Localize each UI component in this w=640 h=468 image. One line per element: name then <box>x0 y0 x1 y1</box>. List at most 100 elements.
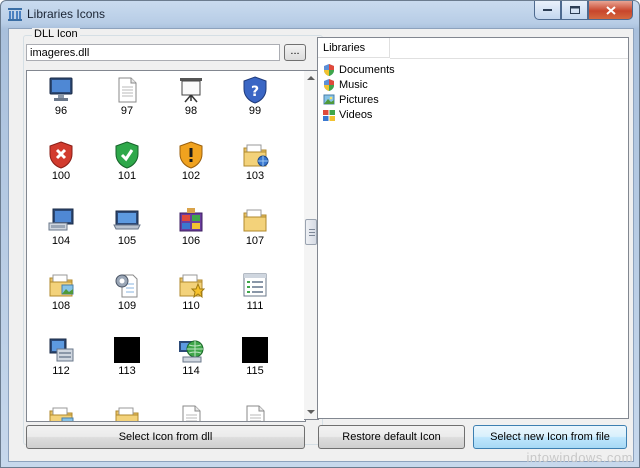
icon-grid-item[interactable]: 98 <box>165 75 217 117</box>
icon-grid-item[interactable]: 97 <box>101 75 153 117</box>
icon-index-label: 110 <box>182 300 200 312</box>
icon-grid-item[interactable]: 105 <box>101 205 153 247</box>
library-item-music[interactable]: Music <box>322 77 368 92</box>
watermark: intowindows.com <box>526 450 633 465</box>
icon-grid-item[interactable] <box>165 403 217 421</box>
projector-screen-icon <box>177 75 205 105</box>
select-icon-from-dll-button[interactable]: Select Icon from dll <box>26 425 305 449</box>
close-button[interactable] <box>588 1 633 20</box>
icon-grid-item[interactable]: 114 <box>165 335 217 377</box>
dll-group-label: DLL Icon <box>32 28 80 40</box>
library-item-label: Videos <box>339 108 373 121</box>
folder-documents-icon <box>241 205 269 235</box>
icon-grid-item[interactable]: 113 <box>101 335 153 377</box>
shield-question-icon: ? <box>241 75 269 105</box>
icon-index-label: 113 <box>118 365 136 377</box>
icon-grid-item[interactable]: 104 <box>35 205 87 247</box>
icon-index-label: 114 <box>182 365 200 377</box>
laptop-icon <box>113 205 141 235</box>
videos-library-icon <box>323 109 335 121</box>
icon-index-label: 96 <box>54 105 68 117</box>
icon-grid-item[interactable]: 96 <box>35 75 87 117</box>
network-server-icon <box>47 335 75 365</box>
folder-star-icon <box>177 270 206 300</box>
settings-document-icon <box>113 270 141 300</box>
programs-icon <box>177 205 205 235</box>
icon-grid-item[interactable] <box>229 403 281 421</box>
documents-library-icon <box>324 63 334 76</box>
document-icon <box>113 75 141 105</box>
icon-index-label: 111 <box>246 300 264 312</box>
shield-warning-icon <box>177 140 205 170</box>
minimize-icon <box>543 9 552 11</box>
restore-default-icon-button[interactable]: Restore default Icon <box>318 425 465 449</box>
monitor-icon <box>47 75 75 105</box>
icon-index-label: 105 <box>117 235 137 247</box>
list-window-icon <box>241 270 269 300</box>
library-item-label: Pictures <box>339 93 379 106</box>
pictures-library-icon <box>323 94 335 104</box>
folder-network-icon <box>241 140 269 170</box>
icon-index-label: 98 <box>184 105 198 117</box>
folder-pictures-icon <box>47 403 75 421</box>
icon-grid-item[interactable]: 101 <box>101 140 153 182</box>
icon-index-label: 106 <box>181 235 201 247</box>
network-globe-icon <box>177 335 205 365</box>
document-icon <box>241 403 269 421</box>
shield-check-icon <box>113 140 141 170</box>
icon-grid-item[interactable]: ? 99 <box>229 75 281 117</box>
icon-index-label: 99 <box>248 105 262 117</box>
icon-index-label: 107 <box>245 235 265 247</box>
icon-grid-item[interactable]: 112 <box>35 335 87 377</box>
maximize-button[interactable] <box>561 1 588 20</box>
icon-index-label: 102 <box>181 170 201 182</box>
icon-grid-item[interactable]: 103 <box>229 140 281 182</box>
library-item-label: Documents <box>339 63 395 76</box>
icon-index-label: 108 <box>51 300 71 312</box>
library-item-pictures[interactable]: Pictures <box>322 92 379 107</box>
library-item-documents[interactable]: Documents <box>322 62 395 77</box>
icon-index-label: 112 <box>52 365 70 377</box>
icon-index-label: 109 <box>117 300 137 312</box>
icon-grid-item[interactable]: 115 <box>229 335 281 377</box>
dll-icon-group: DLL Icon imageres.dll ... 96 97 98? 99 100 10… <box>23 28 323 445</box>
dll-file-field[interactable]: imageres.dll <box>26 44 280 61</box>
black-square-icon <box>241 335 269 365</box>
icon-grid-item[interactable]: 106 <box>165 205 217 247</box>
maximize-icon <box>569 6 580 14</box>
icon-index-label: 97 <box>120 105 134 117</box>
client-area: DLL Icon imageres.dll ... 96 97 98? 99 100 10… <box>8 28 634 462</box>
icon-index-label: 104 <box>51 235 71 247</box>
icon-grid-item[interactable] <box>101 403 153 421</box>
icon-index-label: 103 <box>245 170 265 182</box>
icon-grid-item[interactable]: 102 <box>165 140 217 182</box>
icon-grid-item[interactable]: 110 <box>165 270 217 312</box>
icon-index-label: 115 <box>246 365 264 377</box>
icon-grid-item[interactable]: 100 <box>35 140 87 182</box>
app-window: Libraries Icons DLL Icon imageres.dll ..… <box>0 0 640 468</box>
scroll-up-arrow-icon[interactable] <box>307 76 315 80</box>
title-bar[interactable]: Libraries Icons <box>1 1 639 27</box>
library-icon <box>8 8 22 21</box>
icon-grid-item[interactable] <box>35 403 87 421</box>
libraries-list[interactable]: Libraries Documents Music Pictures Video… <box>317 37 629 419</box>
icon-grid[interactable]: 96 97 98? 99 100 101 102 103 104 105 106 107 108 109 1… <box>26 70 306 422</box>
icon-grid-item[interactable]: 109 <box>101 270 153 312</box>
icon-grid-item[interactable]: 108 <box>35 270 87 312</box>
black-square-icon <box>113 335 141 365</box>
minimize-button[interactable] <box>534 1 561 20</box>
svg-text:?: ? <box>251 84 259 100</box>
icon-grid-item[interactable]: 111 <box>229 270 281 312</box>
scroll-thumb[interactable] <box>305 219 317 245</box>
libraries-column-header[interactable]: Libraries <box>318 38 390 58</box>
scroll-down-arrow-icon[interactable] <box>307 410 315 414</box>
document-icon <box>177 403 205 421</box>
icon-index-label: 100 <box>51 170 71 182</box>
library-item-videos[interactable]: Videos <box>322 107 372 122</box>
browse-button[interactable]: ... <box>284 44 306 61</box>
select-new-icon-from-file-button[interactable]: Select new Icon from file <box>473 425 627 449</box>
icon-grid-item[interactable]: 107 <box>229 205 281 247</box>
library-item-label: Music <box>339 78 368 91</box>
folder-pictures-icon <box>47 270 75 300</box>
icon-index-label: 101 <box>117 170 137 182</box>
